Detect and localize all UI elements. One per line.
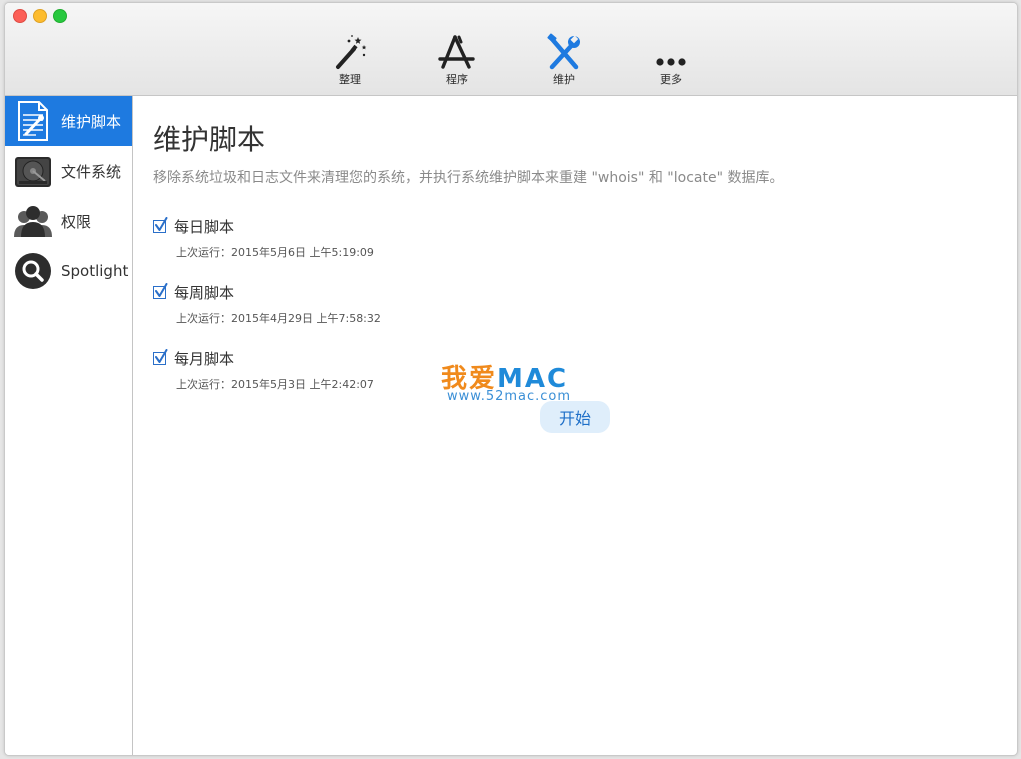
toolbar-item-label: 更多 [660,73,682,86]
toolbar-item-label: 维护 [553,73,575,86]
hard-drive-icon [11,149,55,193]
watermark-logo: 我爱MAC www.52mac.com [441,358,591,404]
task-last-run: 上次运行：2015年4月29日 上午7:58:32 [176,312,381,325]
spotlight-search-icon [11,249,55,293]
weekly-script-checkbox[interactable] [153,282,168,299]
main-content: 维护脚本 移除系统垃圾和日志文件来清理您的系统，并执行系统维护脚本来重建 "wh… [133,96,1017,755]
sidebar-item-permissions[interactable]: 权限 [5,196,132,246]
sidebar-item-filesystem[interactable]: 文件系统 [5,146,132,196]
task-weekly: 每周脚本 上次运行：2015年4月29日 上午7:58:32 [153,282,381,326]
daily-script-checkbox[interactable] [153,216,168,233]
sidebar-item-label: 文件系统 [61,162,122,181]
close-window-button[interactable] [13,9,27,23]
checkmark-icon [155,216,168,231]
task-name: 每周脚本 [174,283,235,302]
page-description: 移除系统垃圾和日志文件来清理您的系统，并执行系统维护脚本来重建 "whois" … [153,170,784,186]
checkmark-icon [155,282,168,297]
sidebar-item-label: 维护脚本 [61,112,122,131]
task-last-run: 上次运行：2015年5月3日 上午2:42:07 [176,378,374,391]
toolbar-item-applications[interactable]: 程序 [421,33,493,89]
sidebar-item-scripts[interactable]: 维护脚本 [5,96,132,146]
sidebar-item-label: 权限 [61,212,92,231]
users-icon [11,199,55,243]
task-monthly: 每月脚本 上次运行：2015年5月3日 上午2:42:07 [153,348,374,392]
more-dots-icon [656,58,686,66]
script-document-icon [11,99,55,143]
toolbar-item-label: 程序 [446,73,468,86]
app-window: 整理 程序 维护 更多 维护脚本 文件系统 权限 Spotlight 维护脚本 … [4,2,1018,756]
magic-wand-icon [336,35,367,69]
monthly-script-checkbox[interactable] [153,348,168,365]
app-store-icon [438,35,475,69]
zoom-window-button[interactable] [53,9,67,23]
toolbar: 整理 程序 维护 更多 [5,3,1017,96]
toolbar-item-label: 整理 [339,73,361,86]
task-daily: 每日脚本 上次运行：2015年5月6日 上午5:19:09 [153,216,374,260]
checkmark-icon [155,348,168,363]
wrench-screwdriver-icon [547,33,580,70]
sidebar-item-label: Spotlight [61,262,129,280]
sidebar: 维护脚本 文件系统 权限 Spotlight [5,96,133,755]
task-name: 每月脚本 [174,349,235,368]
toolbar-item-cleanup[interactable]: 整理 [314,33,386,89]
minimize-window-button[interactable] [33,9,47,23]
start-button[interactable]: 开始 [540,401,610,433]
task-name: 每日脚本 [174,217,235,236]
page-title: 维护脚本 [153,123,266,156]
toolbar-item-more[interactable]: 更多 [635,33,707,89]
toolbar-item-maintenance[interactable]: 维护 [528,33,600,89]
task-last-run: 上次运行：2015年5月6日 上午5:19:09 [176,246,374,259]
sidebar-item-spotlight[interactable]: Spotlight [5,246,132,296]
